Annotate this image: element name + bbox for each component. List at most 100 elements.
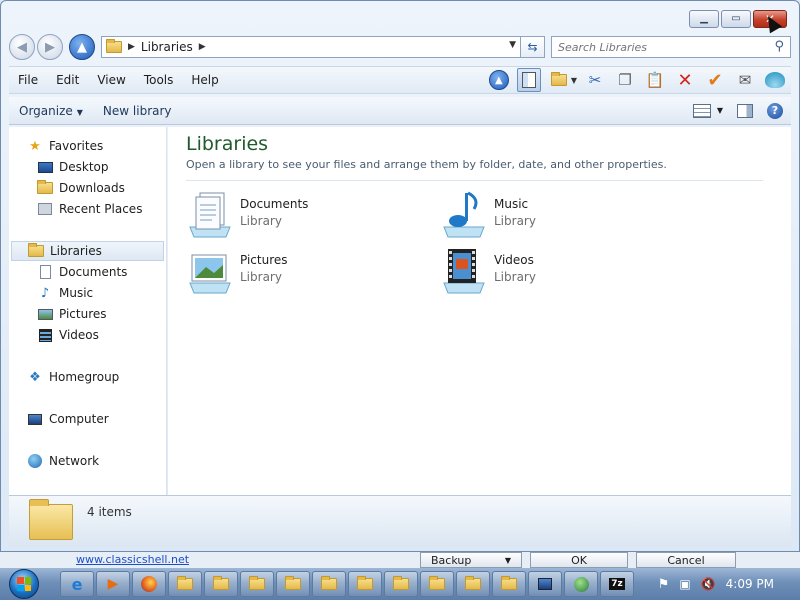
properties-button[interactable]: ✔ <box>703 68 727 92</box>
library-documents[interactable]: Documents Library <box>186 189 426 239</box>
envelope-icon: ✉ <box>738 71 752 89</box>
copy-button[interactable]: ❐ <box>613 68 637 92</box>
library-videos[interactable]: Videos Library <box>440 245 680 295</box>
content-pane: Libraries Open a library to see your fil… <box>168 127 791 495</box>
menu-file[interactable]: File <box>9 73 47 87</box>
nav-libraries[interactable]: Libraries <box>11 241 164 261</box>
scissors-icon: ✂ <box>588 71 602 89</box>
taskbar-system[interactable] <box>528 571 562 597</box>
divider <box>186 180 763 181</box>
nav-pictures[interactable]: Pictures <box>9 304 166 324</box>
taskbar-explorer-9[interactable] <box>456 571 490 597</box>
delete-button[interactable]: ✕ <box>673 68 697 92</box>
menu-help[interactable]: Help <box>182 73 227 87</box>
address-row: ◀ ▶ ▲ ▶ Libraries ▶ ▼ ⇆ ⚲ <box>9 33 791 61</box>
toolbar-up-button[interactable]: ▲ <box>487 68 511 92</box>
select-folder-button[interactable] <box>547 68 571 92</box>
menu-tools[interactable]: Tools <box>135 73 183 87</box>
volume-muted-icon[interactable]: 🔇 <box>701 577 716 591</box>
clock[interactable]: 4:09 PM <box>726 577 774 591</box>
search-input[interactable] <box>558 40 758 54</box>
nav-downloads-label: Downloads <box>59 181 125 195</box>
page-description: Open a library to see your files and arr… <box>186 158 667 171</box>
nav-music[interactable]: ♪ Music <box>9 283 166 303</box>
nav-favorites[interactable]: ★ Favorites <box>9 136 166 156</box>
library-name: Pictures <box>240 253 288 267</box>
up-button[interactable]: ▲ <box>69 34 95 60</box>
nav-videos[interactable]: Videos <box>9 325 166 345</box>
cut-button[interactable]: ✂ <box>583 68 607 92</box>
folder-icon <box>321 576 337 590</box>
breadcrumb-libraries[interactable]: Libraries <box>141 40 193 54</box>
address-bar[interactable]: ▶ Libraries ▶ ▼ <box>101 36 521 58</box>
nav-network[interactable]: Network <box>9 451 166 471</box>
taskbar-network-app[interactable] <box>564 571 598 597</box>
menu-view[interactable]: View <box>88 73 134 87</box>
search-box[interactable]: ⚲ <box>551 36 791 58</box>
taskbar-explorer-3[interactable] <box>240 571 274 597</box>
library-music[interactable]: Music Library <box>440 189 680 239</box>
taskbar-media-player[interactable]: ▶ <box>96 571 130 597</box>
menu-bar: File Edit View Tools Help ▲ ▼ ✂ ❐ 📋 ✕ ✔ … <box>9 66 791 94</box>
folder-icon <box>465 576 481 590</box>
taskbar-7zip[interactable]: 7z <box>600 571 634 597</box>
preview-pane-icon[interactable] <box>737 103 753 118</box>
pictures-library-icon <box>189 254 231 294</box>
taskbar-explorer-1[interactable] <box>168 571 202 597</box>
menu-edit[interactable]: Edit <box>47 73 88 87</box>
back-button[interactable]: ◀ <box>9 34 35 60</box>
address-dropdown-icon[interactable]: ▼ <box>509 40 516 50</box>
navigation-pane: ★ Favorites Desktop Downloads Recent Plac… <box>9 127 167 495</box>
taskbar-explorer-10[interactable] <box>492 571 526 597</box>
taskbar-explorer-8[interactable] <box>420 571 454 597</box>
pictures-icon <box>37 307 53 321</box>
library-name: Documents <box>240 197 309 211</box>
taskbar-explorer-2[interactable] <box>204 571 238 597</box>
music-note-icon: ♪ <box>40 285 50 301</box>
paste-button[interactable]: 📋 <box>643 68 667 92</box>
nav-downloads[interactable]: Downloads <box>9 178 166 198</box>
ok-button[interactable]: OK <box>530 552 628 568</box>
folders-pane-button[interactable] <box>516 68 541 92</box>
taskbar-explorer-6[interactable] <box>348 571 382 597</box>
taskbar-explorer-4[interactable] <box>276 571 310 597</box>
nav-documents[interactable]: Documents <box>9 262 166 282</box>
library-pictures[interactable]: Pictures Library <box>186 245 426 295</box>
classic-shell-settings-button[interactable] <box>763 68 787 92</box>
system-icon <box>538 578 552 590</box>
command-bar: Organize ▼ New library ▼ ? <box>9 97 791 125</box>
search-icon[interactable]: ⚲ <box>774 39 784 54</box>
chevron-down-icon[interactable]: ▼ <box>571 76 577 85</box>
email-button[interactable]: ✉ <box>733 68 757 92</box>
change-view-button[interactable]: ▼ <box>692 103 723 118</box>
7zip-icon: 7z <box>609 578 625 590</box>
taskbar-explorer-7[interactable] <box>384 571 418 597</box>
new-library-button[interactable]: New library <box>93 104 182 118</box>
music-library-icon <box>443 191 485 238</box>
classicshell-link[interactable]: www.classicshell.net <box>76 553 189 566</box>
backup-dropdown[interactable]: Backup ▼ <box>420 552 522 568</box>
refresh-button[interactable]: ⇆ <box>521 36 545 58</box>
start-button[interactable] <box>4 568 44 600</box>
folder-icon <box>393 576 409 590</box>
action-center-flag-icon[interactable]: ⚑ <box>658 577 670 592</box>
taskbar-ie[interactable]: e <box>60 571 94 597</box>
taskbar-firefox[interactable] <box>132 571 166 597</box>
breadcrumb-chevron-icon[interactable]: ▶ <box>199 42 206 52</box>
backup-label: Backup <box>431 553 472 567</box>
firefox-icon <box>141 576 157 592</box>
nav-desktop[interactable]: Desktop <box>9 157 166 177</box>
nav-computer[interactable]: Computer <box>9 409 166 429</box>
taskbar-explorer-5[interactable] <box>312 571 346 597</box>
nav-recent-places[interactable]: Recent Places <box>9 199 166 219</box>
help-icon[interactable]: ? <box>767 102 783 119</box>
minimize-button[interactable]: ▁ <box>689 10 719 28</box>
forward-button[interactable]: ▶ <box>37 34 63 60</box>
folder-icon <box>429 576 445 590</box>
nav-homegroup[interactable]: ❖ Homegroup <box>9 367 166 387</box>
cancel-button[interactable]: Cancel <box>636 552 736 568</box>
organize-button[interactable]: Organize ▼ <box>9 104 93 118</box>
homegroup-icon: ❖ <box>29 369 41 385</box>
network-tray-icon[interactable]: ▣ <box>679 577 690 591</box>
maximize-button[interactable]: ▭ <box>721 10 751 28</box>
